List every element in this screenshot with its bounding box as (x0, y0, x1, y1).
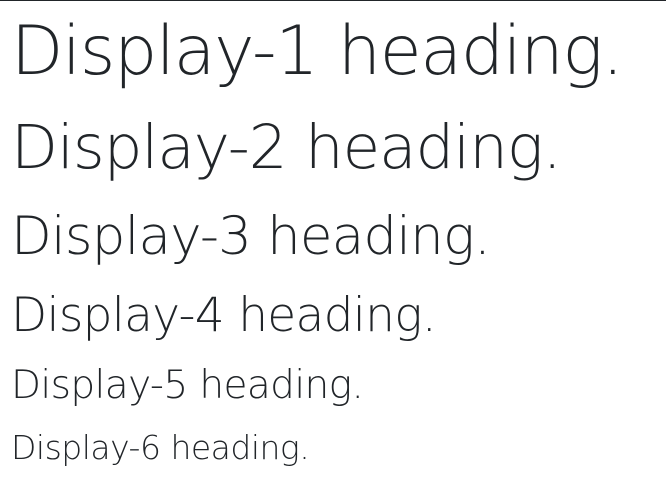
display-6-heading: Display-6 heading. (11, 428, 310, 467)
display-2-heading: Display-2 heading. (11, 112, 562, 183)
display-4-heading: Display-4 heading. (11, 288, 437, 343)
display-1-heading: Display-1 heading. (11, 12, 624, 91)
display-5-heading: Display-5 heading. (11, 363, 364, 408)
display-3-heading: Display-3 heading. (11, 206, 491, 267)
display-headings-list: Display-1 heading. Display-2 heading. Di… (11, 1, 666, 490)
